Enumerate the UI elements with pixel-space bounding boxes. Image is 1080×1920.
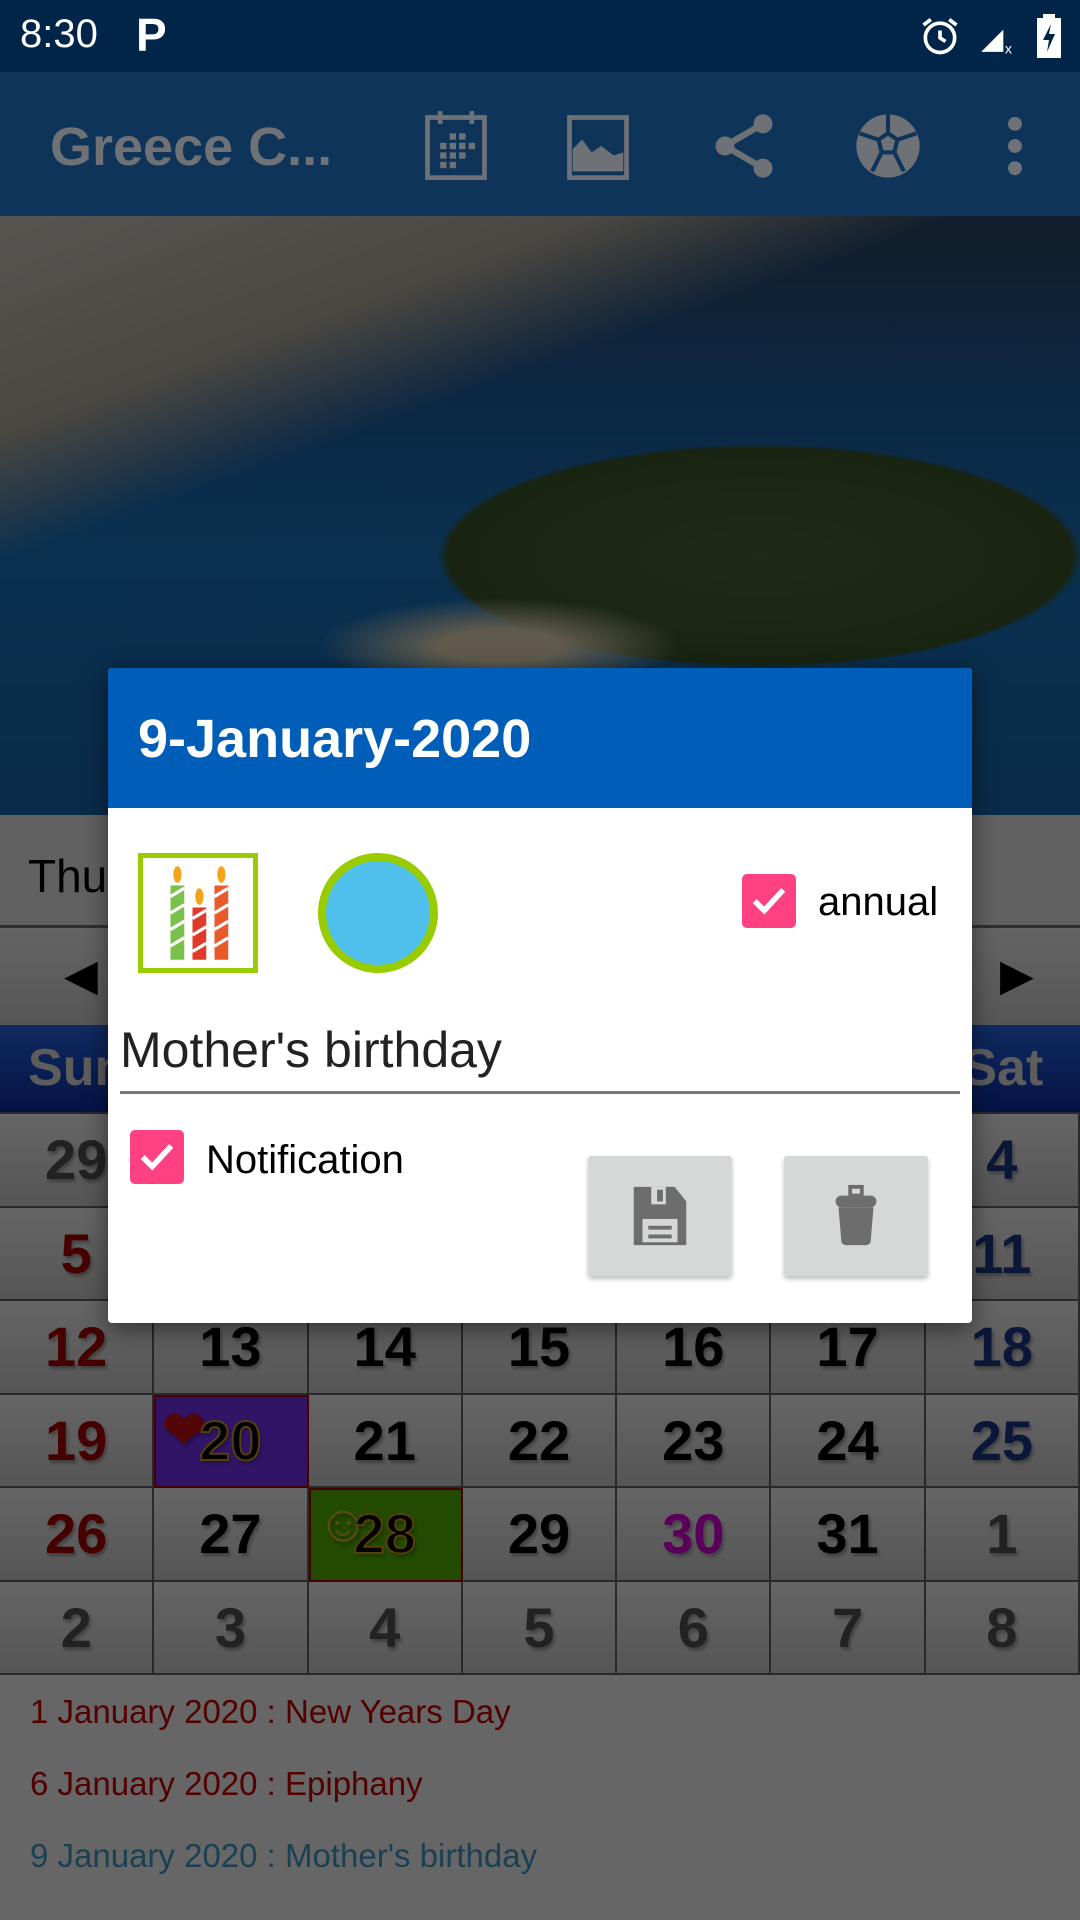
event-dialog: 9-January-2020 annual Notification bbox=[108, 668, 972, 1323]
trash-icon bbox=[835, 1184, 877, 1246]
signal-icon: x bbox=[981, 20, 1013, 56]
save-icon bbox=[633, 1186, 687, 1246]
color-swatch-button[interactable] bbox=[318, 853, 438, 973]
svg-text:x: x bbox=[1005, 41, 1012, 56]
more-vert-icon[interactable] bbox=[990, 108, 1040, 184]
image-icon[interactable] bbox=[560, 108, 636, 184]
status-bar: 8:30 P x bbox=[0, 0, 1080, 72]
notification-label: Notification bbox=[206, 1138, 404, 1182]
selected-day-label: Thu bbox=[28, 850, 108, 902]
app-title: Greece C... bbox=[50, 117, 333, 177]
dialog-header: 9-January-2020 bbox=[108, 668, 972, 808]
calendar-icon[interactable] bbox=[418, 108, 494, 184]
app-toolbar: Greece C... bbox=[0, 72, 1080, 216]
share-icon[interactable] bbox=[706, 108, 782, 184]
annual-label: annual bbox=[818, 880, 939, 924]
notification-checkbox[interactable] bbox=[130, 1130, 184, 1184]
birthday-candles-icon[interactable] bbox=[138, 853, 258, 973]
status-time: 8:30 bbox=[20, 12, 98, 56]
soccer-ball-icon[interactable] bbox=[850, 108, 926, 184]
dialog-title: 9-January-2020 bbox=[138, 709, 532, 769]
p-icon: P bbox=[136, 9, 167, 61]
event-name-input[interactable] bbox=[120, 1008, 960, 1094]
alarm-icon bbox=[922, 18, 958, 55]
annual-checkbox[interactable] bbox=[742, 874, 796, 928]
delete-button[interactable] bbox=[784, 1156, 928, 1276]
save-button[interactable] bbox=[588, 1156, 732, 1276]
battery-charging-icon bbox=[1037, 14, 1061, 58]
